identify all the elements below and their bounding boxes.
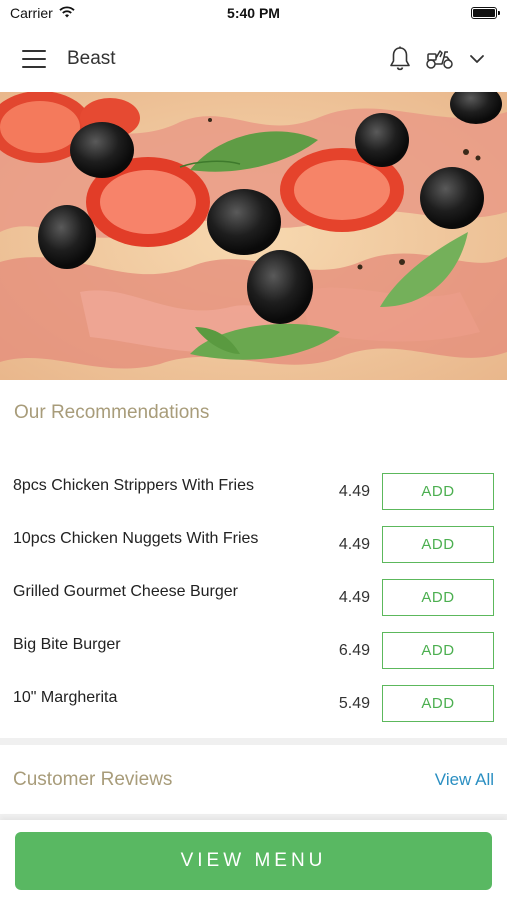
store-name: Beast [67, 48, 116, 69]
chevron-down-icon[interactable] [469, 54, 485, 64]
item-name: Big Bite Burger [13, 635, 121, 653]
app-header: Beast [0, 26, 507, 92]
view-all-link[interactable]: View All [435, 770, 494, 790]
recommendations-list: 8pcs Chicken Strippers With Fries 4.49 A… [0, 465, 507, 730]
view-menu-button[interactable]: VIEW MENU [15, 832, 492, 890]
add-button[interactable]: ADD [382, 526, 494, 563]
item-price: 4.49 [338, 588, 370, 606]
add-button[interactable]: ADD [382, 579, 494, 616]
header-actions [389, 46, 485, 72]
carrier-label: Carrier [10, 5, 53, 21]
recommendations-title: Our Recommendations [14, 402, 210, 423]
item-price: 4.49 [338, 482, 370, 500]
status-bar: Carrier 5:40 PM [0, 0, 507, 26]
menu-icon[interactable] [22, 50, 46, 68]
bell-icon[interactable] [389, 46, 411, 72]
status-time: 5:40 PM [227, 5, 280, 21]
list-item: Big Bite Burger 6.49 ADD [0, 624, 507, 677]
item-name: 8pcs Chicken Strippers With Fries [13, 476, 254, 494]
battery-icon [471, 7, 500, 19]
item-price: 6.49 [338, 641, 370, 659]
list-item: 10pcs Chicken Nuggets With Fries 4.49 AD… [0, 518, 507, 571]
item-price: 4.49 [338, 535, 370, 553]
add-button[interactable]: ADD [382, 632, 494, 669]
battery-level [473, 9, 495, 17]
section-divider [0, 738, 507, 745]
item-name: 10pcs Chicken Nuggets With Fries [13, 529, 259, 547]
item-name: Grilled Gourmet Cheese Burger [13, 582, 238, 600]
item-price: 5.49 [338, 694, 370, 712]
list-item: Grilled Gourmet Cheese Burger 4.49 ADD [0, 571, 507, 624]
wifi-icon [59, 5, 75, 21]
bottom-bar: VIEW MENU [0, 820, 507, 900]
hero-image [0, 92, 507, 380]
list-item: 10" Margherita 5.49 ADD [0, 677, 507, 730]
customer-reviews-header: Customer Reviews View All [0, 746, 507, 814]
delivery-scooter-icon[interactable] [425, 48, 455, 70]
list-item: 8pcs Chicken Strippers With Fries 4.49 A… [0, 465, 507, 518]
status-left: Carrier [10, 5, 75, 21]
add-button[interactable]: ADD [382, 685, 494, 722]
reviews-title: Customer Reviews [13, 769, 173, 790]
item-name: 10" Margherita [13, 688, 118, 706]
pizza-illustration [0, 92, 507, 380]
add-button[interactable]: ADD [382, 473, 494, 510]
